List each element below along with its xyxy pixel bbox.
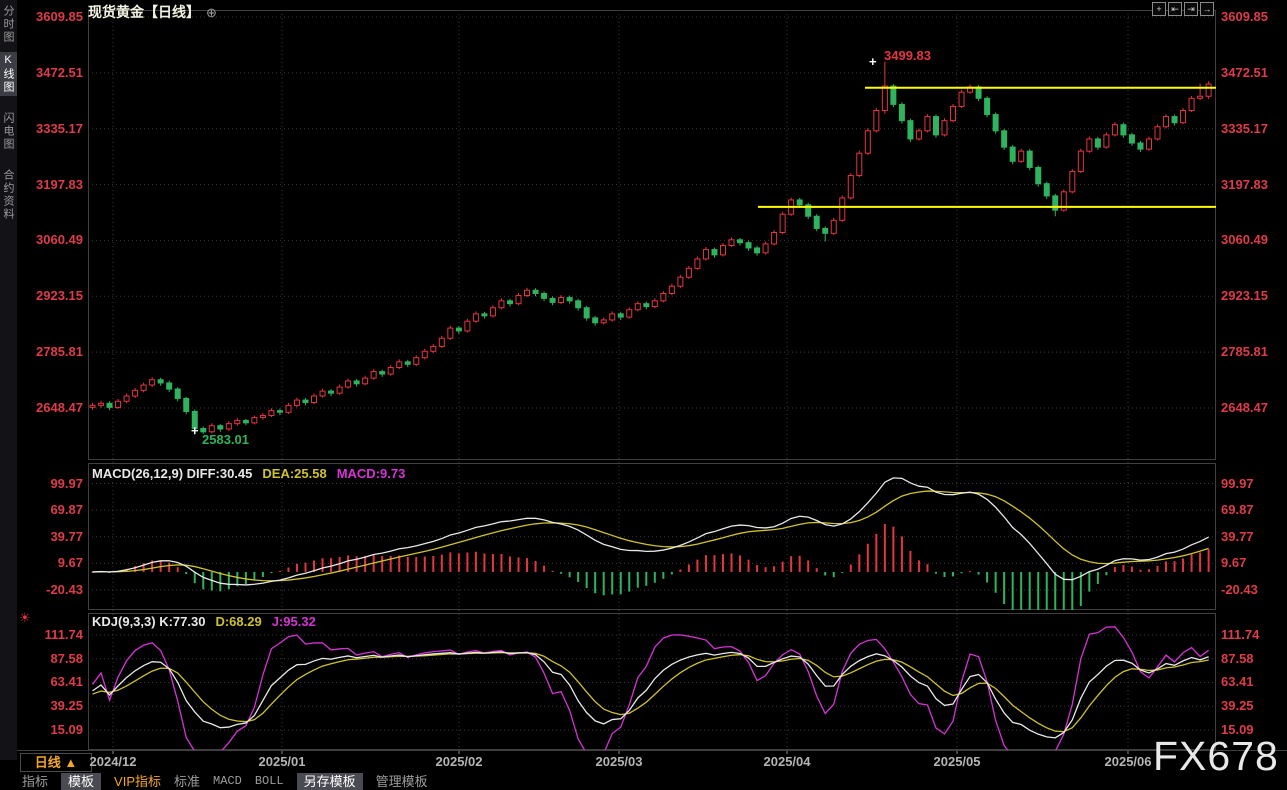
- page-title: 现货黄金【日线】: [88, 4, 200, 20]
- axis-tick-label: 3335.17: [1221, 121, 1268, 136]
- toolbar-tab-2[interactable]: VIP指标: [114, 773, 161, 790]
- axis-tick-label: 9.67: [1221, 555, 1246, 570]
- indicator-toolbar: 指标模板 VIP指标标准 MACD BOLL 另存模板管理模板: [22, 772, 428, 790]
- axis-tick-label: 3060.49: [1221, 232, 1268, 247]
- axis-tick-label: 2648.47: [1221, 400, 1268, 415]
- x-axis-label: 2024/12: [90, 754, 137, 769]
- sidebar-item-1[interactable]: K线图: [0, 52, 17, 96]
- axis-tick-label: 111.74: [1221, 627, 1259, 642]
- toolbar-tab-4[interactable]: MACD: [213, 773, 242, 790]
- axis-tick-label: 3335.17: [36, 121, 83, 136]
- x-axis-label: 2025/03: [596, 754, 643, 769]
- kdj-j-value: J:95.32: [272, 614, 316, 629]
- pan-right-icon[interactable]: →: [1200, 2, 1214, 16]
- axis-tick-label: 39.25: [1221, 698, 1254, 713]
- toolbar-tab-7[interactable]: 管理模板: [376, 773, 428, 790]
- axis-tick-label: 39.77: [1221, 529, 1254, 544]
- scale-right-icon[interactable]: ⇥: [1184, 2, 1198, 16]
- low-price-annotation: 2583.01: [202, 432, 249, 447]
- axis-tick-label: 63.41: [1221, 674, 1254, 689]
- axis-tick-label: 99.97: [50, 476, 83, 491]
- toolbar-tab-1[interactable]: 模板: [61, 773, 101, 790]
- x-axis-label: 2025/04: [764, 754, 811, 769]
- macd-header: MACD(26,12,9) DIFF:30.45 DEA:25.58 MACD:9.…: [92, 466, 405, 481]
- axis-tick-label: 2923.15: [1221, 288, 1268, 303]
- macd-title-and-diff: MACD(26,12,9) DIFF:30.45: [92, 466, 252, 481]
- x-axis-label: 2025/01: [259, 754, 306, 769]
- axis-tick-label: 3609.85: [1221, 9, 1268, 24]
- toolbar-tab-3[interactable]: 标准: [174, 773, 200, 790]
- axis-tick-label: 69.87: [50, 502, 83, 517]
- axis-tick-label: 39.77: [50, 529, 83, 544]
- axis-tick-label: 2785.81: [1221, 344, 1268, 359]
- axis-tick-label: 2923.15: [36, 288, 83, 303]
- axis-tick-label: 3609.85: [36, 9, 83, 24]
- indicator-settings-icon[interactable]: ☀: [19, 610, 31, 626]
- scale-left-icon[interactable]: ⇤: [1168, 2, 1182, 16]
- titlebar-icon-group: +⇤⇥→: [1152, 2, 1214, 16]
- axis-tick-label: 2785.81: [36, 344, 83, 359]
- axis-tick-label: 3472.51: [1221, 65, 1268, 80]
- candlestick-chart[interactable]: [0, 0, 1287, 790]
- sidebar-item-2[interactable]: 闪电图: [0, 110, 17, 153]
- chart-type-sidebar: 分时图 K线图闪电图合约资料: [0, 0, 17, 760]
- kdj-header: KDJ(9,3,3) K:77.30 D:68.29 J:95.32: [92, 614, 316, 629]
- toolbar-tab-5[interactable]: BOLL: [255, 773, 284, 790]
- right-price-axis: 3609.85 3472.51 3335.17 3197.83 3060.49 2923.…: [1221, 0, 1287, 760]
- x-axis-label: 2025/02: [436, 754, 483, 769]
- sidebar-item-0[interactable]: 分时图: [0, 3, 17, 46]
- time-axis-row: 日线 ▲ 2024/122025/012025/022025/032025/04…: [0, 750, 1287, 772]
- crosshair-icon[interactable]: +: [1152, 2, 1166, 16]
- axis-tick-label: 87.58: [1221, 651, 1254, 666]
- axis-tick-label: 39.25: [50, 698, 83, 713]
- axis-tick-label: 3060.49: [36, 232, 83, 247]
- axis-tick-label: 3472.51: [36, 65, 83, 80]
- axis-tick-label: -20.43: [1221, 582, 1258, 597]
- axis-tick-label: 111.74: [45, 627, 83, 642]
- x-axis-label: 2025/05: [934, 754, 981, 769]
- toolbar-tab-0[interactable]: 指标: [22, 773, 48, 790]
- kdj-title-and-k: KDJ(9,3,3) K:77.30: [92, 614, 205, 629]
- low-point-marker: +: [191, 423, 199, 438]
- axis-tick-label: 3197.83: [1221, 177, 1268, 192]
- axis-tick-label: 3197.83: [36, 177, 83, 192]
- axis-tick-label: 87.58: [50, 651, 83, 666]
- axis-tick-label: -20.43: [46, 582, 83, 597]
- kdj-d-value: D:68.29: [215, 614, 261, 629]
- instrument-title: 现货黄金【日线】 ⊕: [88, 2, 217, 22]
- axis-tick-label: 99.97: [1221, 476, 1254, 491]
- macd-macd-value: MACD:9.73: [337, 466, 406, 481]
- chart-app-window: 分时图K线图闪电图合约资料 现货黄金【日线】⊕ +⇤⇥→ 3609.853472…: [0, 0, 1287, 790]
- axis-tick-label: 2648.47: [36, 400, 83, 415]
- axis-tick-label: 63.41: [50, 674, 83, 689]
- x-axis-label: 2025/06: [1105, 754, 1152, 769]
- toolbar-tab-6[interactable]: 另存模板: [297, 773, 363, 790]
- axis-tick-label: 15.09: [50, 722, 83, 737]
- watermark-logo: FX678: [1153, 733, 1279, 780]
- macd-dea-value: DEA:25.58: [262, 466, 326, 481]
- axis-tick-label: 69.87: [1221, 502, 1254, 517]
- high-price-annotation: 3499.83: [884, 48, 931, 63]
- sidebar-item-3[interactable]: 合约资料: [0, 167, 17, 223]
- high-point-marker: +: [869, 54, 877, 69]
- add-indicator-icon[interactable]: ⊕: [206, 5, 217, 20]
- axis-tick-label: 9.67: [58, 555, 83, 570]
